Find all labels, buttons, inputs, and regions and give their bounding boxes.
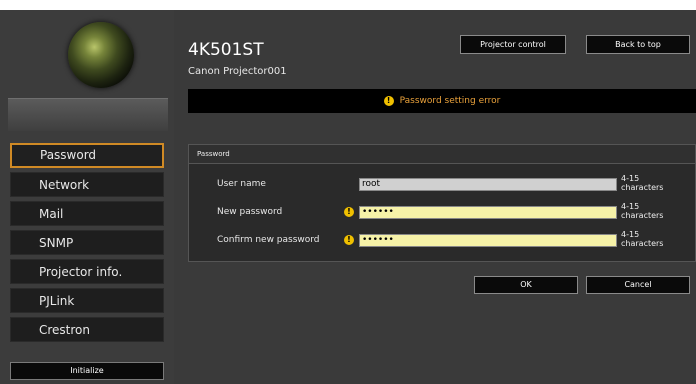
sidebar-item-password[interactable]: Password <box>10 143 164 168</box>
warning-icon: ! <box>344 235 354 245</box>
sidebar-item-crestron[interactable]: Crestron <box>10 317 164 342</box>
logo-area <box>8 10 168 98</box>
confirm-password-row: Confirm new password ! •••••• 4-15 charac… <box>189 228 695 252</box>
sidebar-item-snmp[interactable]: SNMP <box>10 230 164 255</box>
confirm-password-input[interactable]: •••••• <box>359 234 617 247</box>
new-password-row: New password ! •••••• 4-15 characters <box>189 200 695 224</box>
warning-icon: ! <box>344 207 354 217</box>
panel-header: Password <box>189 145 695 164</box>
new-password-label: New password <box>217 207 283 217</box>
projector-control-button[interactable]: Projector control <box>460 35 566 54</box>
user-name-hint: 4-15 characters <box>621 174 664 192</box>
sidebar-item-network[interactable]: Network <box>10 172 164 197</box>
main-content: 4K501ST Canon Projector001 Projector con… <box>174 10 696 384</box>
logo-footer-bar <box>8 98 168 131</box>
new-password-hint: 4-15 characters <box>621 202 664 220</box>
sidebar-item-projector-info[interactable]: Projector info. <box>10 259 164 284</box>
error-message: Password setting error <box>399 96 501 106</box>
user-name-row: User name root 4-15 characters <box>189 172 695 196</box>
sidebar-item-mail[interactable]: Mail <box>10 201 164 226</box>
sidebar-item-pjlink[interactable]: PJLink <box>10 288 164 313</box>
cancel-button[interactable]: Cancel <box>586 276 690 294</box>
confirm-password-label: Confirm new password <box>217 235 320 245</box>
ok-button[interactable]: OK <box>474 276 578 294</box>
projector-web-ui: Password Network Mail SNMP Projector inf… <box>0 0 696 384</box>
warning-icon: ! <box>383 95 394 106</box>
new-password-input[interactable]: •••••• <box>359 206 617 219</box>
password-panel: Password User name root 4-15 characters N… <box>188 144 696 262</box>
lens-logo-icon <box>68 22 134 88</box>
sidebar-menu: Password Network Mail SNMP Projector inf… <box>10 143 164 346</box>
page-title: 4K501ST <box>188 40 264 60</box>
user-name-label: User name <box>217 179 266 189</box>
confirm-password-hint: 4-15 characters <box>621 230 664 248</box>
initialize-button[interactable]: Initialize <box>10 362 164 380</box>
projector-name: Canon Projector001 <box>188 66 287 77</box>
back-to-top-button[interactable]: Back to top <box>586 35 690 54</box>
user-name-input[interactable]: root <box>359 178 617 191</box>
error-banner: ! Password setting error <box>188 89 696 113</box>
